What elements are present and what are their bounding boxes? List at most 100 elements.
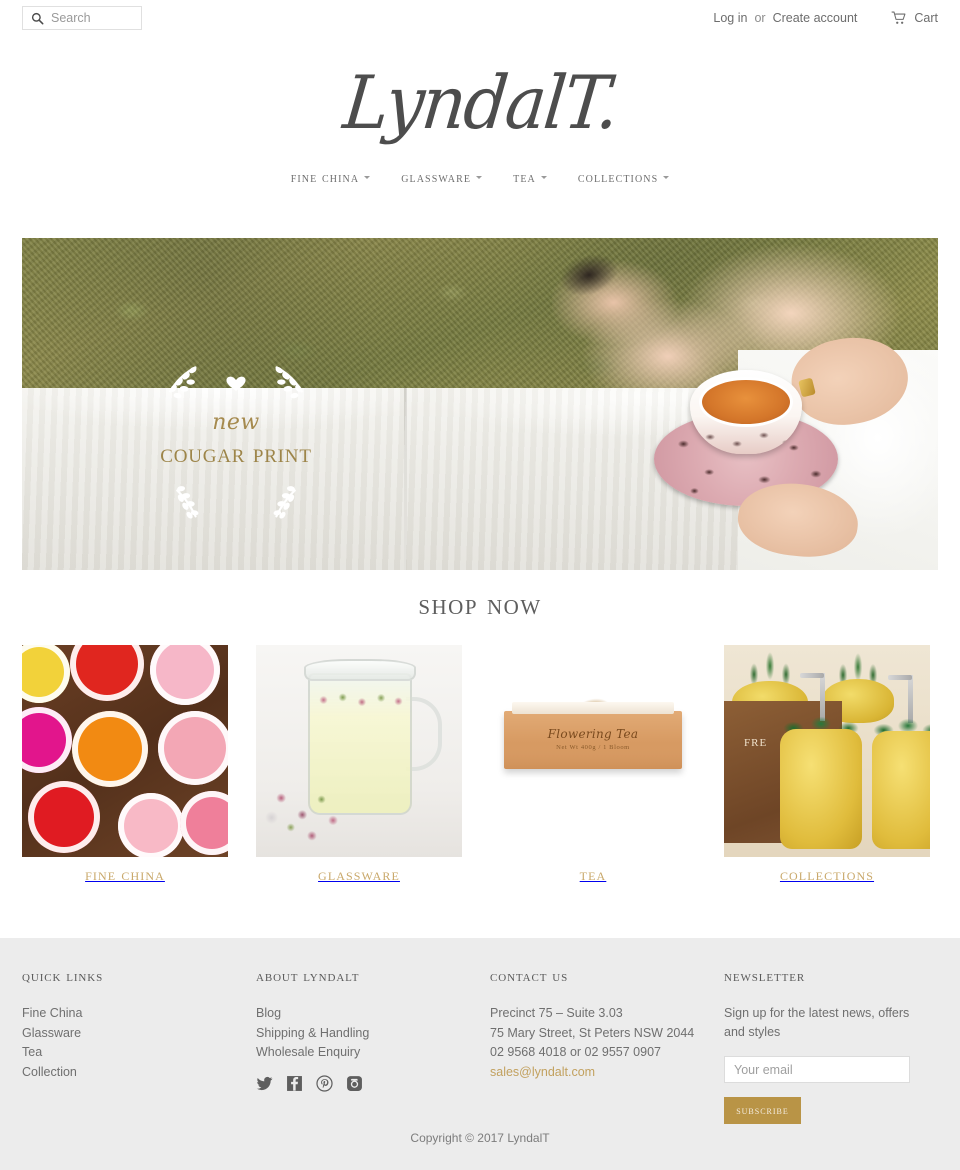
pinterest-icon[interactable] xyxy=(316,1075,333,1092)
rosebuds-pile xyxy=(262,777,358,847)
logo-wordmark: LyndalT. xyxy=(339,60,622,147)
category-label: Glassware xyxy=(318,865,400,884)
pineapple-dispenser-2 xyxy=(872,731,930,849)
footer-columns: Quick Links Fine China Glassware Tea Col… xyxy=(22,968,938,1124)
footer-quick-links: Quick Links Fine China Glassware Tea Col… xyxy=(22,968,256,1124)
cart-label: Cart xyxy=(914,11,938,25)
teacup-pink2 xyxy=(118,793,184,857)
chevron-down-icon xyxy=(476,175,483,179)
contact-email-link[interactable]: sales@lyndalt.com xyxy=(490,1065,595,1079)
category-label: Tea xyxy=(579,865,607,884)
footer-about: About LyndalT Blog Shipping & Handling W… xyxy=(256,968,490,1124)
twitter-icon[interactable] xyxy=(256,1075,273,1092)
search-input[interactable] xyxy=(51,11,131,25)
shop-now-heading: Shop Now xyxy=(418,588,542,621)
account-area: Log in or Create account Cart xyxy=(713,11,938,25)
hero-eyebrow: new xyxy=(212,410,260,435)
utility-bar: Log in or Create account Cart xyxy=(0,0,960,42)
footer-column-title: Quick Links xyxy=(22,968,104,985)
newsletter-description: Sign up for the latest news, offers and … xyxy=(724,1006,910,1039)
instagram-icon[interactable] xyxy=(346,1075,363,1092)
footer-link-wholesale[interactable]: Wholesale Enquiry xyxy=(256,1043,490,1063)
tea-box-sublabel: Net Wt 400g / 1 Bloom xyxy=(556,744,630,751)
footer-link-fine-china[interactable]: Fine China xyxy=(22,1004,256,1024)
teacup-yellow xyxy=(22,645,70,703)
contact-address-line-2: 75 Mary Street, St Peters NSW 2044 xyxy=(490,1025,695,1040)
chevron-down-icon xyxy=(364,175,371,179)
chevron-down-icon xyxy=(663,175,670,179)
laurel-bottom-icon xyxy=(176,486,296,519)
hero-title: Cougar Print xyxy=(160,438,312,468)
glassware-image xyxy=(256,645,462,857)
search-icon xyxy=(31,12,44,24)
facebook-icon[interactable] xyxy=(286,1075,303,1092)
leopard-spots xyxy=(690,420,802,454)
category-card-collections[interactable]: FRE Collections xyxy=(724,645,930,885)
contact-phone: 02 9568 4018 or 02 9557 0907 xyxy=(490,1045,661,1059)
homepage: Log in or Create account Cart LyndalT. F… xyxy=(0,0,960,1170)
crate-text: FRE xyxy=(744,737,768,749)
teacup-red xyxy=(70,645,144,701)
category-card-tea[interactable]: Flowering Tea Net Wt 400g / 1 Bloom Tea xyxy=(490,645,696,885)
hero-overlay: new Cougar Print xyxy=(130,358,342,521)
search-box[interactable] xyxy=(22,6,142,30)
teacup-body xyxy=(690,370,802,454)
teacup-magenta xyxy=(22,707,72,773)
footer-link-shipping[interactable]: Shipping & Handling xyxy=(256,1024,490,1044)
pump-stem-2 xyxy=(908,675,913,723)
nav-label: Fine China xyxy=(290,169,360,186)
nav-item-tea[interactable]: Tea xyxy=(513,170,547,187)
category-label: Fine China xyxy=(85,865,165,884)
teacup-red2 xyxy=(28,781,100,853)
footer-column-title: About LyndalT xyxy=(256,968,360,985)
tea-image: Flowering Tea Net Wt 400g / 1 Bloom xyxy=(490,645,696,857)
copyright-text: Copyright © 2017 LyndalT xyxy=(410,1131,550,1145)
footer-contact: Contact Us Precinct 75 – Suite 3.03 75 M… xyxy=(490,968,724,1124)
subscribe-button[interactable]: Subscribe xyxy=(724,1097,801,1124)
flowering-tea-box: Flowering Tea Net Wt 400g / 1 Bloom xyxy=(504,702,682,769)
tea-box-label: Flowering Tea xyxy=(547,727,639,741)
flourish-top xyxy=(130,358,342,412)
category-label: Collections xyxy=(779,865,875,884)
nav-item-collections[interactable]: Collections xyxy=(577,169,670,187)
footer-column-title: Contact Us xyxy=(490,968,569,985)
or-separator: or xyxy=(754,11,766,25)
fine-china-image xyxy=(22,645,228,857)
cart-icon xyxy=(892,11,906,24)
teacup-lightpink xyxy=(158,711,228,785)
pump-stem-1 xyxy=(820,673,825,721)
hero-banner[interactable]: new Cougar Print xyxy=(22,238,938,570)
footer-column-title: Newsletter xyxy=(724,968,806,985)
flourish-bottom xyxy=(130,477,342,521)
pineapple-dispenser-1 xyxy=(780,729,862,849)
teacup-rose xyxy=(180,791,228,855)
create-account-link[interactable]: Create account xyxy=(773,11,858,25)
teapot-lid xyxy=(304,659,416,681)
cart-link[interactable]: Cart xyxy=(891,11,938,25)
chevron-down-icon xyxy=(540,175,547,179)
pump-nozzle-1 xyxy=(800,673,824,678)
footer-link-blog[interactable]: Blog xyxy=(256,1004,490,1024)
footer-newsletter: Newsletter Sign up for the latest news, … xyxy=(724,968,938,1124)
nav-item-glassware[interactable]: Glassware xyxy=(401,169,483,187)
site-logo[interactable]: LyndalT. xyxy=(0,42,960,154)
pump-nozzle-2 xyxy=(888,675,912,680)
collections-image: FRE xyxy=(724,645,930,857)
category-card-glassware[interactable]: Glassware xyxy=(256,645,462,885)
contact-address-line-1: Precinct 75 – Suite 3.03 xyxy=(490,1006,623,1020)
nav-label: Tea xyxy=(513,169,536,186)
footer-link-glassware[interactable]: Glassware xyxy=(22,1024,256,1044)
nav-item-fine-china[interactable]: Fine China xyxy=(291,170,371,187)
category-card-fine-china[interactable]: Fine China xyxy=(22,645,228,885)
footer-link-tea[interactable]: Tea xyxy=(22,1043,256,1063)
nav-label: Glassware xyxy=(401,169,472,186)
footer-link-collection[interactable]: Collection xyxy=(22,1063,256,1083)
social-links xyxy=(256,1075,363,1092)
teacup-orange xyxy=(72,711,148,787)
newsletter-email-input[interactable] xyxy=(724,1056,910,1083)
rosebuds-in-pot xyxy=(312,687,408,713)
nav-label: Collections xyxy=(577,169,659,186)
laurel-top-icon xyxy=(169,366,303,399)
teacup-pink xyxy=(150,645,220,705)
login-link[interactable]: Log in xyxy=(713,11,747,25)
